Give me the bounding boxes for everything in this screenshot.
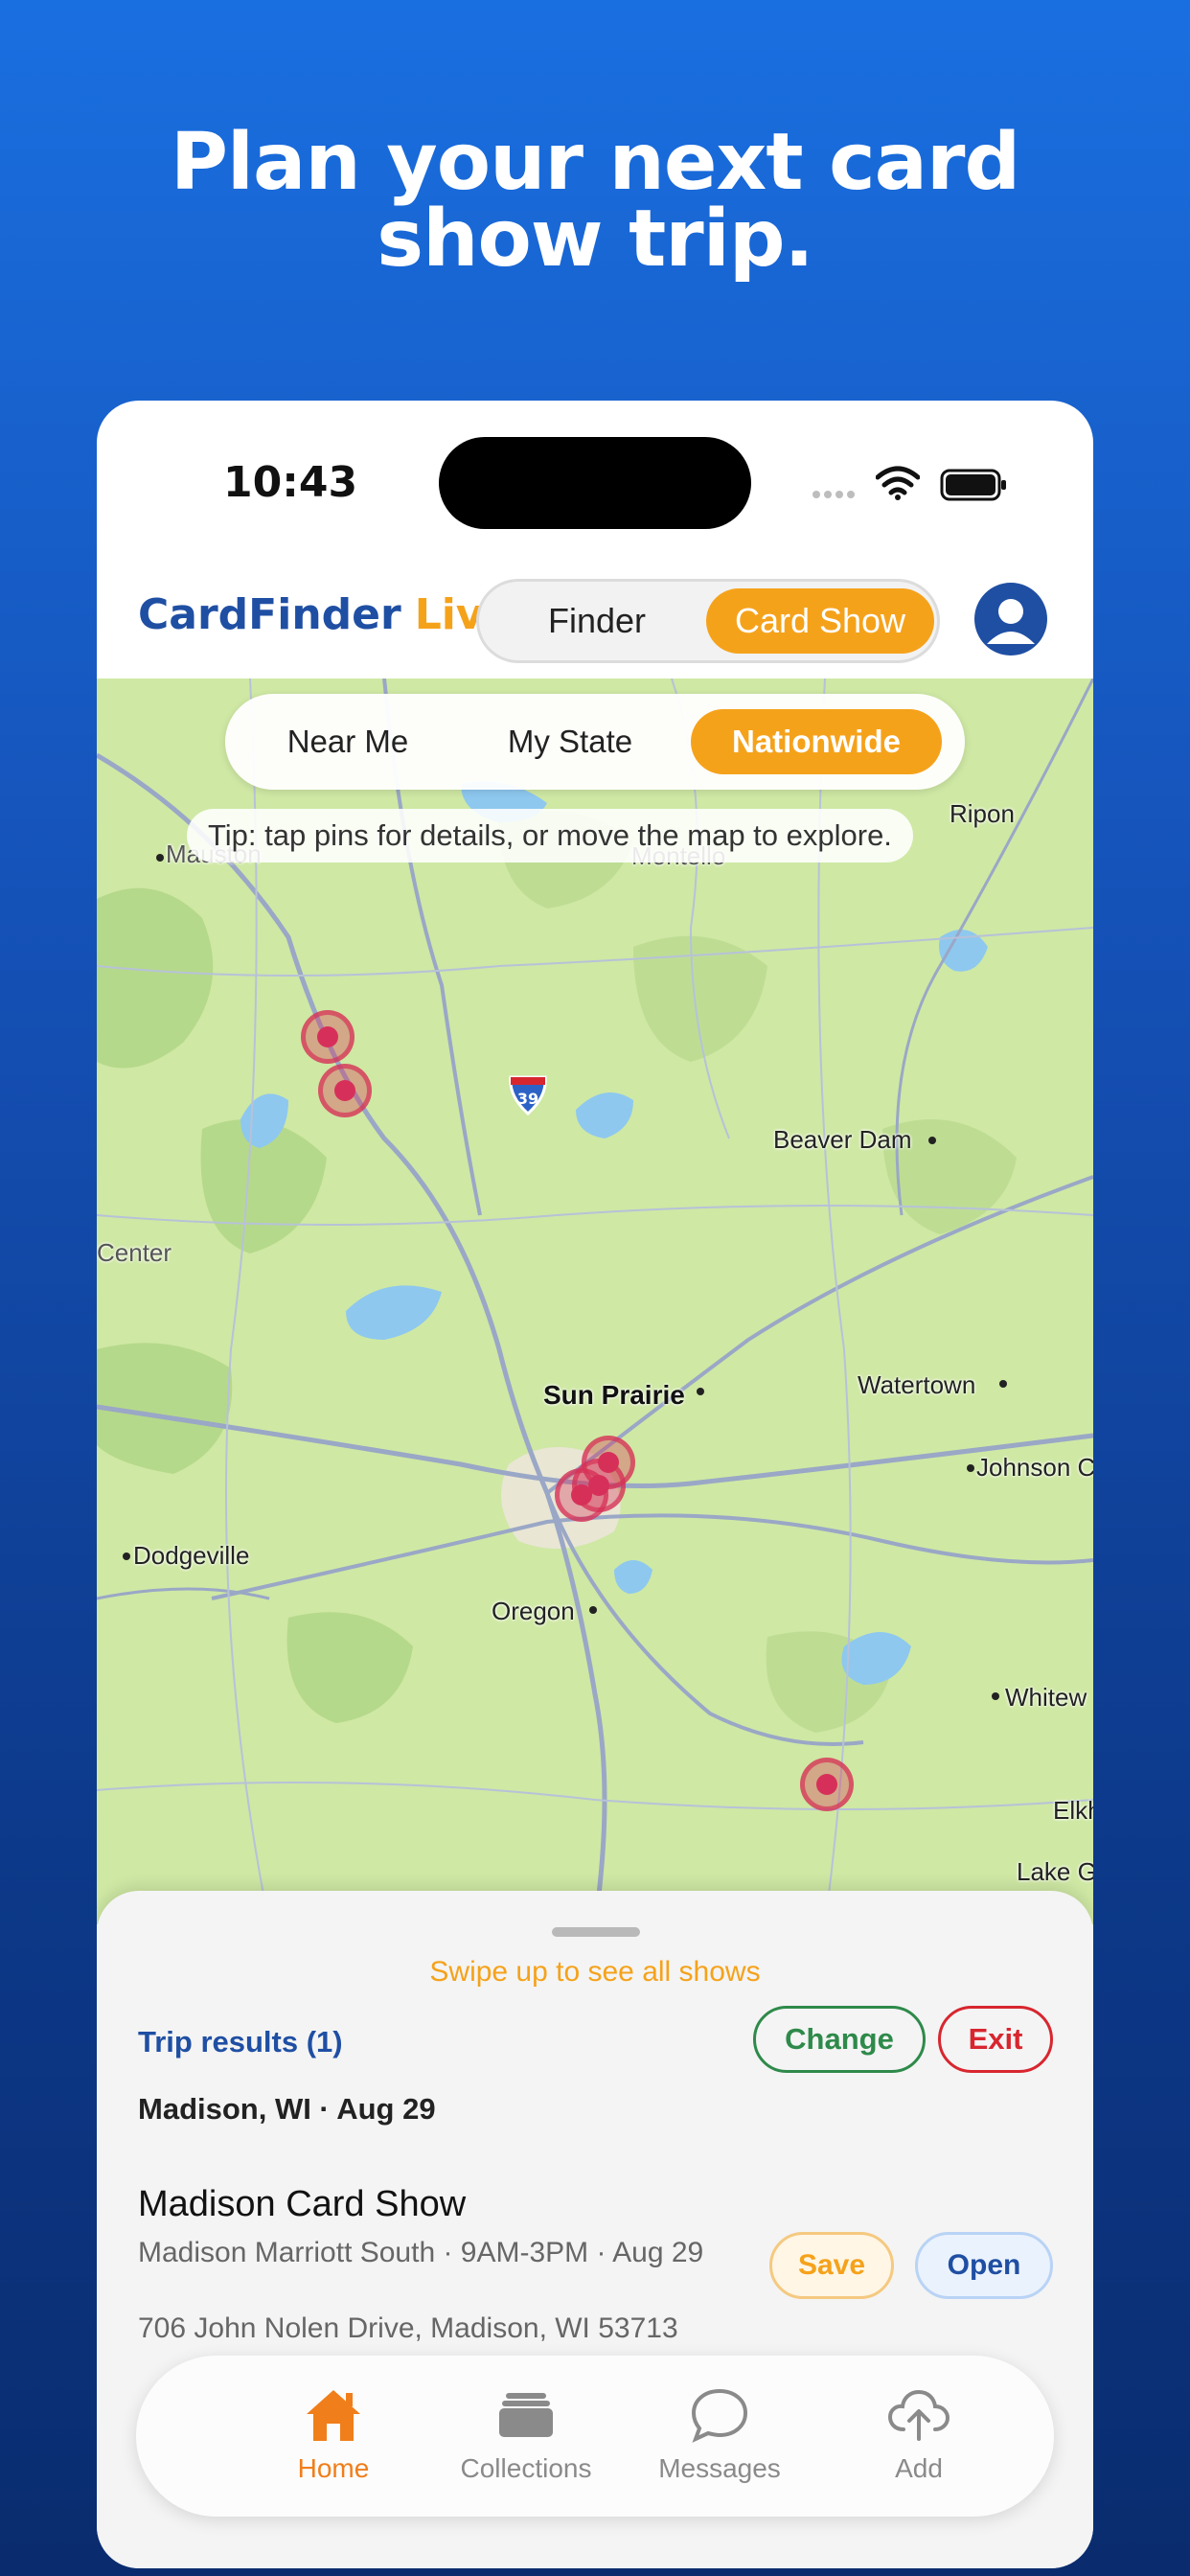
place-dodgeville: Dodgeville: [133, 1541, 250, 1570]
place-watertown: Watertown: [858, 1370, 976, 1399]
place-ripon: Ripon: [950, 799, 1015, 828]
home-icon: [307, 2390, 360, 2441]
scope-nationwide[interactable]: Nationwide: [691, 709, 942, 774]
phone-screen: 10:43 CardFinder Live Finder Card Show 3…: [97, 401, 1093, 2568]
mode-finder[interactable]: Finder: [487, 588, 707, 654]
tab-label: Collections: [460, 2453, 592, 2483]
mode-switch: Finder Card Show: [476, 579, 940, 663]
wifi-icon: [876, 466, 920, 500]
place-dot: [697, 1388, 704, 1395]
open-button[interactable]: Open: [915, 2232, 1053, 2299]
place-dot: [156, 854, 164, 862]
headline-line-2: show trip.: [377, 194, 813, 285]
mode-card-show[interactable]: Card Show: [706, 588, 934, 654]
app-brand: CardFinder Live: [138, 590, 512, 639]
collections-icon: [499, 2393, 553, 2437]
place-center: Center: [97, 1238, 172, 1267]
user-icon: [987, 599, 1035, 644]
upload-cloud-icon: [887, 2389, 950, 2441]
place-whitewater: Whitew: [1005, 1683, 1087, 1712]
messages-icon: [691, 2388, 748, 2443]
place-lake-geneva: Lake G: [1017, 1857, 1093, 1886]
profile-avatar[interactable]: [974, 583, 1047, 656]
tab-label: Home: [297, 2453, 370, 2483]
status-time: 10:43: [223, 458, 358, 507]
swipe-hint: Swipe up to see all shows: [429, 1956, 761, 1988]
tab-label: Messages: [658, 2453, 781, 2483]
place-dot: [967, 1464, 974, 1472]
show-pin[interactable]: [301, 1010, 355, 1064]
map-view[interactable]: 39 Ripon Mauston Montello Beaver Dam Cen…: [97, 678, 1093, 1924]
place-dot: [589, 1606, 597, 1614]
place-dot: [123, 1552, 130, 1560]
tab-messages[interactable]: Messages: [633, 2380, 806, 2484]
tab-label: Add: [895, 2453, 943, 2483]
tab-add[interactable]: Add: [833, 2380, 1005, 2484]
trip-results-title: Trip results (1): [138, 2025, 343, 2058]
brand-name: CardFinder: [138, 590, 401, 639]
place-dot: [992, 1692, 999, 1700]
show-address: 706 John Nolen Drive, Madison, WI 53713: [138, 2312, 678, 2344]
show-pin[interactable]: [800, 1758, 854, 1811]
map-tip: Tip: tap pins for details, or move the m…: [187, 809, 913, 862]
exit-button[interactable]: Exit: [938, 2006, 1053, 2073]
save-button[interactable]: Save: [769, 2232, 894, 2299]
place-sun-prairie: Sun Prairie: [543, 1380, 685, 1410]
place-beaver-dam: Beaver Dam: [773, 1125, 912, 1154]
place-dot: [999, 1380, 1007, 1388]
place-johnson-creek: Johnson C: [976, 1453, 1093, 1482]
headline: Plan your next card show trip.: [0, 117, 1190, 285]
tab-collections[interactable]: Collections: [440, 2380, 612, 2484]
place-dot: [928, 1137, 936, 1144]
trip-summary: Madison, WI · Aug 29: [138, 2092, 436, 2126]
dynamic-island: [439, 437, 751, 529]
show-pin[interactable]: [318, 1064, 372, 1117]
tab-bar: Home Collections Messages Add: [136, 2356, 1054, 2517]
place-elkhorn: Elkhorn: [1053, 1796, 1093, 1825]
highway-number: 39: [517, 1090, 538, 1108]
change-button[interactable]: Change: [753, 2006, 926, 2073]
battery-icon: [940, 469, 1006, 501]
scope-selector: Near Me My State Nationwide: [225, 694, 965, 790]
interstate-shield-icon: 39: [509, 1075, 547, 1116]
scope-my-state[interactable]: My State: [465, 709, 675, 774]
tab-home[interactable]: Home: [247, 2380, 420, 2484]
show-name[interactable]: Madison Card Show: [138, 2184, 466, 2225]
place-oregon: Oregon: [492, 1597, 575, 1625]
sheet-handle[interactable]: [552, 1927, 640, 1937]
headline-line-1: Plan your next card: [170, 117, 1020, 208]
show-pin[interactable]: [572, 1459, 626, 1512]
show-detail: Madison Marriott South · 9AM-3PM · Aug 2…: [138, 2237, 704, 2268]
scope-near-me[interactable]: Near Me: [242, 709, 453, 774]
cellular-signal-icon: [812, 491, 855, 498]
